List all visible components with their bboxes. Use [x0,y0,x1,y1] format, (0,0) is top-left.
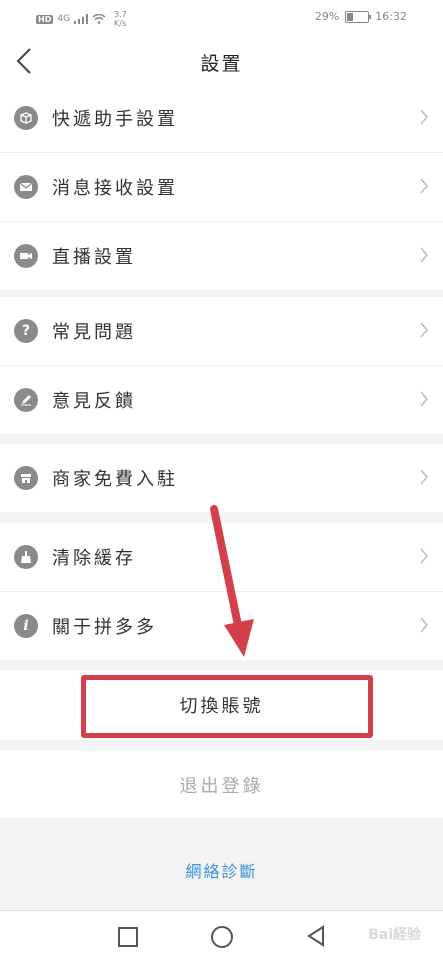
menu-item-courier-settings[interactable]: 快遞助手設置 [0,84,443,153]
network-diagnosis-link[interactable]: 網絡診斷 [0,858,443,882]
signal-bars-icon [74,14,89,24]
chevron-right-icon [420,109,428,125]
recent-apps-icon[interactable] [118,927,138,947]
chevron-right-icon [420,247,428,263]
store-icon [14,466,38,490]
chevron-right-icon [420,548,428,564]
chevron-right-icon [420,391,428,407]
signal-icon: 4G [57,14,71,24]
settings-group-3: 商家免費入駐 [0,444,443,512]
menu-item-label: 商家免費入駐 [52,469,178,490]
page-header: 設置 [0,36,443,87]
menu-item-label: 常見問題 [52,322,136,343]
video-icon [14,244,38,268]
settings-group-1: 快遞助手設置 消息接收設置 直播設置 [0,84,443,290]
clock: 16:32 [375,10,407,23]
settings-group-2: ? 常見問題 意見反饋 [0,297,443,434]
logout-row[interactable]: 退出登錄 [0,750,443,818]
menu-item-live-settings[interactable]: 直播設置 [0,222,443,290]
network-speed-value: 3.7 [114,10,127,19]
annotation-arrow-icon [210,505,254,657]
menu-item-label: 意見反饋 [52,391,136,412]
pencil-icon [14,388,38,412]
network-speed-unit: K/s [114,19,127,28]
chevron-right-icon [420,469,428,485]
info-icon: i [14,614,38,638]
highlight-box [81,675,373,738]
menu-item-label: 快遞助手設置 [52,109,178,130]
menu-item-label: 消息接收設置 [52,178,178,199]
question-icon: ? [14,319,38,343]
watermark: Bai経验 [368,927,421,943]
network-speed: 3.7 K/s [114,10,127,28]
chevron-right-icon [420,617,428,633]
chevron-right-icon [420,178,428,194]
wifi-icon [92,14,106,24]
status-bar: HD 4G 3.7 K/s 29% 16:32 [0,0,443,36]
menu-item-merchant-join[interactable]: 商家免費入駐 [0,444,443,512]
broom-icon [14,545,38,569]
logout-button[interactable]: 退出登錄 [0,772,443,798]
home-icon[interactable] [211,926,233,948]
menu-item-feedback[interactable]: 意見反饋 [0,366,443,434]
menu-item-faq[interactable]: ? 常見問題 [0,297,443,366]
page-title: 設置 [200,53,243,75]
menu-item-label: 關于拼多多 [52,617,157,638]
menu-item-message-settings[interactable]: 消息接收設置 [0,153,443,222]
chevron-right-icon [420,322,428,338]
back-triangle-icon[interactable] [306,925,326,947]
menu-item-label: 直播設置 [52,247,136,268]
package-icon [14,106,38,130]
menu-item-label: 清除緩存 [52,548,136,569]
mail-icon [14,175,38,199]
battery-icon [345,10,372,23]
hd-indicator: HD [36,14,54,24]
battery-percent: 29% [314,10,340,23]
